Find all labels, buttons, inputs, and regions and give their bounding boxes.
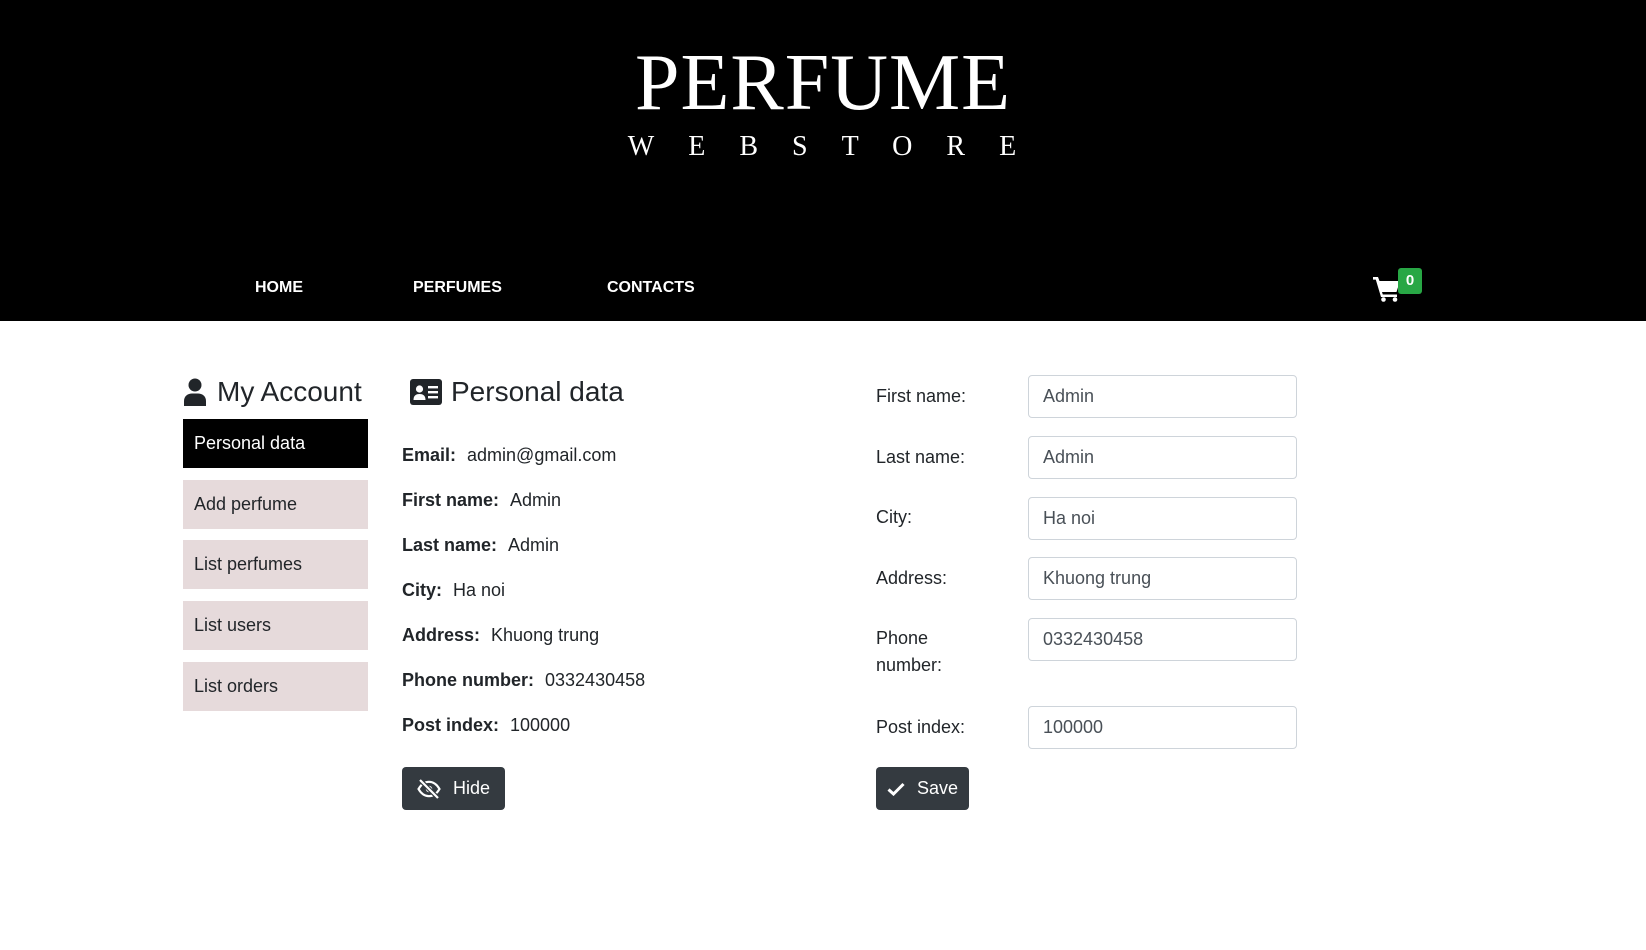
nav-perfumes[interactable]: PERFUMES <box>413 276 502 300</box>
my-account-heading: My Account <box>183 374 362 410</box>
sidebar-item-personal-data[interactable]: Personal data <box>183 419 368 468</box>
site-header: PERFUME WEBSTORE HOME PERFUMES CONTACTS … <box>0 0 1646 321</box>
info-label: City: <box>402 580 442 600</box>
info-label: Last name: <box>402 535 498 555</box>
info-value: Khuong trung <box>491 625 600 645</box>
city-input[interactable] <box>1028 497 1297 540</box>
info-label: Phone number: <box>402 670 535 690</box>
hide-button[interactable]: Hide <box>402 767 505 810</box>
first-name-input[interactable] <box>1028 375 1297 418</box>
info-value: 0332430458 <box>545 670 646 690</box>
cart-button[interactable]: 0 <box>1373 268 1425 308</box>
my-account-title: My Account <box>217 376 362 407</box>
address-input[interactable] <box>1028 557 1297 600</box>
personal-data-heading: Personal data <box>410 374 624 410</box>
info-value: Ha noi <box>453 580 506 600</box>
info-label: Email: <box>402 445 457 465</box>
info-value: Admin <box>508 535 560 555</box>
shopping-cart-icon <box>1373 277 1400 302</box>
info-label: Address: <box>402 625 481 645</box>
form-label-city: City: <box>876 507 912 527</box>
nav-contacts[interactable]: CONTACTS <box>607 276 695 300</box>
info-row-address: Address: Khuong trung <box>402 623 599 647</box>
info-row-post-index: Post index: 100000 <box>402 713 570 737</box>
user-icon <box>184 378 206 406</box>
form-label-first-name: First name: <box>876 386 967 406</box>
info-value: Admin <box>510 490 562 510</box>
form-label-phone-number: Phone number: <box>876 628 943 675</box>
form-label-last-name: Last name: <box>876 447 966 467</box>
save-button[interactable]: Save <box>876 767 969 810</box>
info-value: admin@gmail.com <box>467 445 617 465</box>
info-row-last-name: Last name: Admin <box>402 533 559 557</box>
nav-home[interactable]: HOME <box>255 276 303 300</box>
hide-button-label: Hide <box>452 778 491 798</box>
sidebar-item-add-perfume[interactable]: Add perfume <box>183 480 368 529</box>
form-label-post-index: Post index: <box>876 717 966 737</box>
check-icon <box>887 782 905 796</box>
logo-main-text: PERFUME <box>635 39 1011 127</box>
save-button-label: Save <box>916 778 959 798</box>
eye-slash-icon <box>417 778 441 799</box>
sidebar-item-list-perfumes[interactable]: List perfumes <box>183 540 368 589</box>
site-logo[interactable]: PERFUME WEBSTORE <box>0 40 1646 164</box>
info-label: First name: <box>402 490 500 510</box>
last-name-input[interactable] <box>1028 436 1297 479</box>
sidebar-item-list-orders[interactable]: List orders <box>183 662 368 711</box>
info-value: 100000 <box>510 715 571 735</box>
post-index-input[interactable] <box>1028 706 1297 749</box>
info-row-city: City: Ha noi <box>402 578 505 602</box>
info-row-phone-number: Phone number: 0332430458 <box>402 668 645 692</box>
info-label: Post index: <box>402 715 500 735</box>
personal-data-title: Personal data <box>451 376 624 407</box>
info-row-first-name: First name: Admin <box>402 488 561 512</box>
info-row-email: Email: admin@gmail.com <box>402 443 616 467</box>
sidebar-item-list-users[interactable]: List users <box>183 601 368 650</box>
cart-count-badge: 0 <box>1398 268 1422 294</box>
form-label-address: Address: <box>876 568 948 588</box>
logo-sub-text: WEBSTORE <box>627 131 1051 162</box>
id-card-icon <box>410 379 442 405</box>
phone-number-input[interactable] <box>1028 618 1297 661</box>
